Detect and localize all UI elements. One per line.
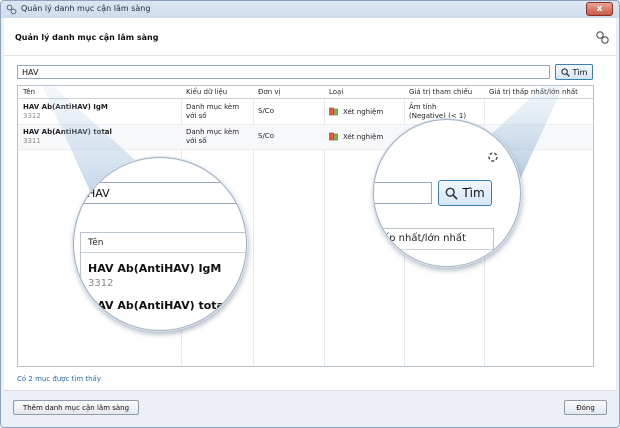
row-category: Xét nghiệm <box>329 132 383 141</box>
column-header-name[interactable]: Tên <box>23 88 35 96</box>
row-data-type: Danh mục kèm <box>186 103 240 111</box>
column-header-category[interactable]: Loại <box>329 88 343 96</box>
row-data-type: Danh mục kèm <box>186 128 240 136</box>
close-button[interactable]: Đóng <box>564 400 607 415</box>
row-name: HAV Ab(AntiHAV) IgM <box>23 103 108 111</box>
row-name: HAV Ab(AntiHAV) total <box>23 128 112 136</box>
search-button-label: Tìm <box>572 67 588 77</box>
table-row[interactable]: HAV Ab(AntiHAV) IgM 3312 Danh mục kèm vớ… <box>18 100 593 124</box>
column-header-reference[interactable]: Giá trị tham chiếu <box>409 88 472 96</box>
dialog-footer: Thêm danh mục cận lâm sàng Đóng <box>4 390 616 424</box>
dialog-header: Quản lý danh mục cận lâm sàng <box>4 18 616 56</box>
test-tube-icon <box>329 132 338 141</box>
row-category-label: Xét nghiệm <box>343 133 384 141</box>
column-header-data-type[interactable]: Kiểu dữ liệu <box>186 88 227 96</box>
page-title: Quản lý danh mục cận lâm sàng <box>15 33 159 42</box>
zoom-grid-divider <box>406 248 407 266</box>
row-code: 3311 <box>23 137 41 145</box>
dialog-window: Quản lý danh mục cận lâm sàng x Quản lý … <box>0 0 620 428</box>
results-count: Có 2 mục được tìm thấy <box>17 375 101 383</box>
row-category-label: Xét nghiệm <box>343 108 384 116</box>
zoom-column-header-name: Tên <box>88 238 104 248</box>
column-header-unit[interactable]: Đơn vị <box>258 88 280 96</box>
zoom-grid: Tên HAV Ab(AntiHAV) IgM 3312 HAV Ab(Anti… <box>80 232 246 330</box>
add-category-button[interactable]: Thêm danh mục cận lâm sàng <box>13 400 139 415</box>
zoom-row2-name: HAV Ab(AntiHAV) total <box>88 299 228 312</box>
column-header-min-max[interactable]: Giá trị thấp nhất/lớn nhất <box>489 88 578 96</box>
zoom-search-input: HAV <box>80 182 246 204</box>
grid-header: Tên Kiểu dữ liệu Đơn vị Loại Giá trị tha… <box>18 86 593 99</box>
search-icon <box>560 67 570 77</box>
search-button[interactable]: Tìm <box>555 64 593 80</box>
zoom-magnifier-right: Tìm ấp nhất/lớn nhất <box>373 119 521 267</box>
settings-icon[interactable] <box>595 30 610 45</box>
window-title: Quản lý danh mục cận lâm sàng <box>21 4 151 13</box>
dialog-client-area: Quản lý danh mục cận lâm sàng Tìm Tên Ki… <box>4 18 616 424</box>
test-tube-icon <box>329 107 338 116</box>
close-icon: x <box>596 4 603 14</box>
row-category: Xét nghiệm <box>329 107 383 116</box>
zoom-column-header-min-max: ấp nhất/lớn nhất <box>383 233 466 244</box>
row-data-type-cont: với số <box>186 112 207 120</box>
zoom-search-button: Tìm <box>438 180 492 206</box>
window-close-button[interactable]: x <box>586 2 613 16</box>
zoom-row1-code: 3312 <box>88 278 114 289</box>
row-code: 3312 <box>23 112 41 120</box>
zoom-grid: ấp nhất/lớn nhất <box>374 228 495 266</box>
zoom-header-divider <box>374 249 495 250</box>
title-bar: Quản lý danh mục cận lâm sàng x <box>1 1 619 18</box>
row-data-type-cont: với số <box>186 137 207 145</box>
zoom-row1-name: HAV Ab(AntiHAV) IgM <box>88 262 222 275</box>
row-unit: S/Co <box>258 107 274 115</box>
zoom-search-button-label: Tìm <box>462 186 485 200</box>
zoom-search-value: HAV <box>87 187 110 200</box>
zoom-search-input <box>374 182 432 204</box>
row-unit: S/Co <box>258 132 274 140</box>
zoom-grid-header: Tên <box>81 233 246 253</box>
table-row[interactable]: HAV Ab(AntiHAV) total 3311 Danh mục kèm … <box>18 125 593 149</box>
zoom-settings-icon <box>488 152 498 162</box>
zoom-magnifier-left: HAV Tên HAV Ab(AntiHAV) IgM 3312 HAV Ab(… <box>73 157 247 331</box>
app-icon <box>6 4 17 15</box>
zoom-search-icon <box>445 187 459 200</box>
search-input[interactable] <box>17 65 550 79</box>
row-reference: Âm tính <box>409 103 437 111</box>
